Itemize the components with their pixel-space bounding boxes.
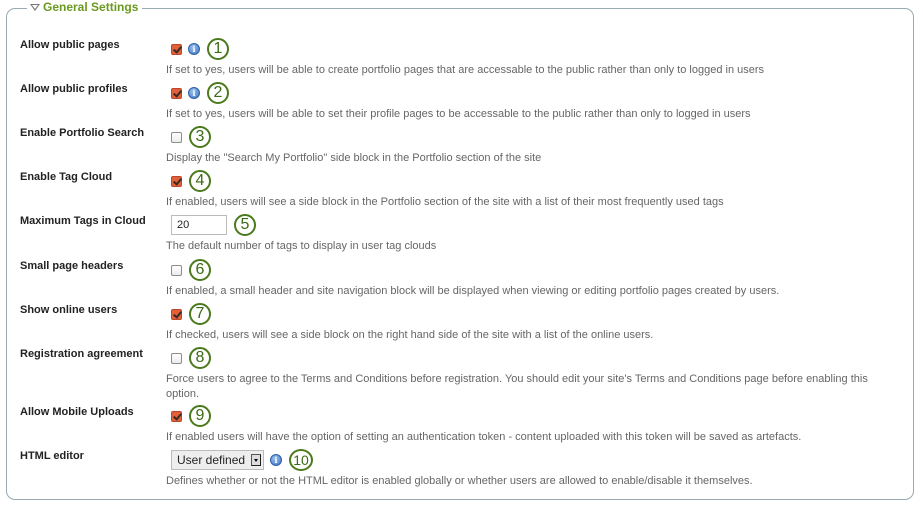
setting-label: Enable Tag Cloud — [20, 171, 113, 183]
setting-control: 7 — [171, 303, 211, 325]
show-online-users-checkbox[interactable] — [171, 308, 182, 320]
info-icon[interactable]: i — [188, 43, 200, 55]
setting-label: Allow public pages — [20, 39, 120, 51]
setting-description: If enabled, a small header and site navi… — [166, 285, 780, 297]
setting-label: Allow Mobile Uploads — [20, 406, 134, 418]
allow-public-pages-checkbox[interactable] — [171, 43, 182, 55]
small-page-headers-checkbox[interactable] — [171, 264, 182, 276]
triangle-down-icon — [30, 4, 40, 11]
setting-label: Allow public profiles — [20, 83, 128, 95]
callout-number: 3 — [189, 126, 211, 148]
callout-number: 6 — [189, 259, 211, 281]
setting-description: If set to yes, users will be able to set… — [166, 108, 751, 120]
callout-number: 7 — [189, 303, 211, 325]
setting-description: Force users to agree to the Terms and Co… — [166, 373, 868, 400]
enable-portfolio-search-checkbox[interactable] — [171, 131, 182, 143]
html-editor-select[interactable]: User defined — [171, 450, 265, 470]
setting-label: Maximum Tags in Cloud — [20, 215, 146, 227]
select-value: User defined — [177, 453, 246, 467]
info-icon[interactable]: i — [188, 87, 200, 99]
maximum-tags-in-cloud-input[interactable] — [171, 215, 227, 235]
setting-control: User defined i 10 — [171, 449, 314, 471]
setting-label: Small page headers — [20, 260, 124, 272]
setting-description: If checked, users will see a side block … — [166, 329, 654, 341]
setting-label: Show online users — [20, 304, 118, 316]
general-settings-fieldset: General Settings — [6, 0, 914, 500]
setting-control: 5 — [171, 214, 256, 236]
setting-description: If set to yes, users will be able to cre… — [166, 64, 765, 76]
setting-label: Enable Portfolio Search — [20, 127, 145, 139]
callout-number: 10 — [289, 449, 314, 471]
callout-number: 1 — [207, 38, 229, 60]
callout-number: 5 — [234, 214, 256, 236]
setting-control: i2 — [171, 82, 229, 104]
callout-number: 2 — [207, 82, 229, 104]
setting-control: 8 — [171, 347, 211, 369]
setting-label: HTML editor — [20, 450, 84, 462]
section-toggle[interactable]: General Settings — [27, 0, 143, 14]
allow-public-profiles-checkbox[interactable] — [171, 87, 182, 99]
setting-control: 9 — [171, 405, 211, 427]
section-title: General Settings — [43, 0, 139, 14]
dropdown-arrow-icon[interactable] — [251, 454, 262, 466]
enable-tag-cloud-checkbox[interactable] — [171, 175, 182, 187]
setting-description: The default number of tags to display in… — [166, 240, 437, 252]
callout-number: 9 — [189, 405, 211, 427]
setting-control: i1 — [171, 38, 229, 60]
setting-control: 6 — [171, 259, 211, 281]
setting-description: If enabled, users will see a side block … — [166, 196, 724, 208]
setting-control: 4 — [171, 170, 211, 192]
registration-agreement-checkbox[interactable] — [171, 352, 182, 364]
setting-label: Registration agreement — [20, 348, 143, 360]
setting-description: If enabled users will have the option of… — [166, 431, 802, 443]
callout-number: 8 — [189, 347, 211, 369]
info-icon[interactable]: i — [270, 454, 283, 466]
allow-mobile-uploads-checkbox[interactable] — [171, 410, 182, 422]
setting-control: 3 — [171, 126, 211, 148]
setting-description: Display the "Search My Portfolio" side b… — [166, 152, 542, 164]
callout-number: 4 — [189, 170, 211, 192]
setting-description: Defines whether or not the HTML editor i… — [166, 475, 753, 487]
